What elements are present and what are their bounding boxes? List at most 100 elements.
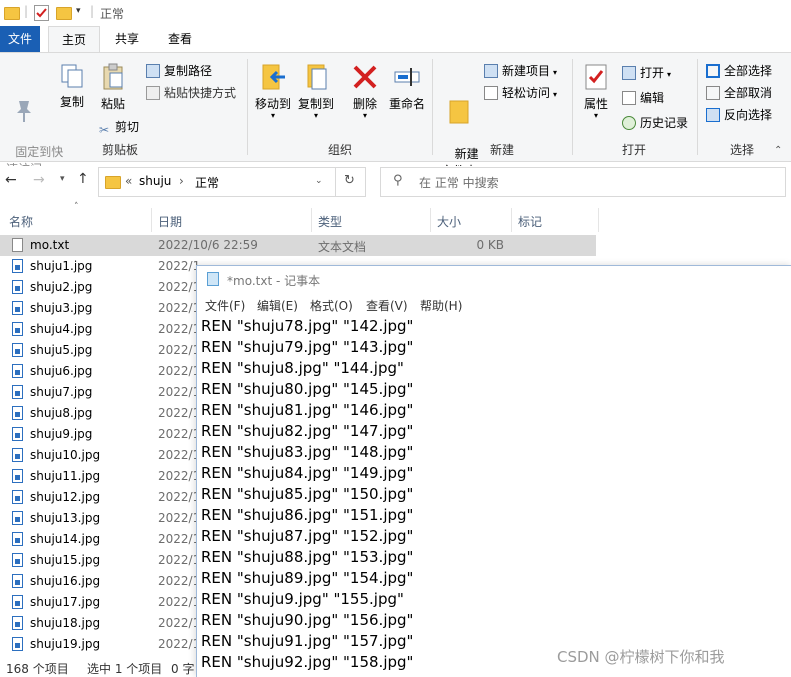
new-folder-icon[interactable] <box>56 7 72 20</box>
file-date: 2022/1 <box>158 448 201 462</box>
tab-view[interactable]: 查看 <box>158 26 202 52</box>
customize-toolbar-icon[interactable]: ▾ <box>76 6 81 16</box>
easy-access-icon <box>484 86 498 100</box>
new-item-label: 新建项目 <box>502 64 551 78</box>
menu-format[interactable]: 格式(O) <box>310 297 353 314</box>
address-bar[interactable]: « shuju › 正常 ⌄ ↻ <box>98 167 366 197</box>
file-date: 2022/1 <box>158 259 201 273</box>
menu-edit[interactable]: 编辑(E) <box>257 297 298 314</box>
notepad-menu-bar: 文件(F) 编辑(E) 格式(O) 查看(V) 帮助(H) <box>197 294 791 316</box>
new-item-dropdown-icon: ▾ <box>553 68 558 77</box>
file-name: shuju1.jpg <box>30 259 93 273</box>
column-name[interactable]: 名称 <box>9 213 33 230</box>
column-divider[interactable] <box>598 208 599 232</box>
menu-help[interactable]: 帮助(H) <box>420 297 462 314</box>
window-title: 正常 <box>100 7 125 21</box>
paste-button[interactable]: 粘贴 <box>97 63 129 112</box>
file-name: mo.txt <box>30 238 70 252</box>
delete-button[interactable]: 删除 ▾ <box>350 63 380 120</box>
file-date: 2022/1 <box>158 469 201 483</box>
paste-shortcut-button[interactable]: 粘贴快捷方式 <box>146 84 236 101</box>
file-name: shuju16.jpg <box>30 574 101 588</box>
copy-to-button[interactable]: 复制到 ▾ <box>296 63 336 120</box>
text-line: REN "shuju90.jpg" "156.jpg" <box>201 611 414 629</box>
folder-icon[interactable] <box>4 7 20 20</box>
tab-share[interactable]: 共享 <box>104 26 150 52</box>
paste-shortcut-icon <box>146 86 160 100</box>
file-row[interactable]: mo.txt 2022/10/6 22:59 文本文档 0 KB <box>0 235 596 256</box>
tab-file[interactable]: 文件 <box>0 26 40 52</box>
select-none-button[interactable]: 全部取消 <box>706 84 772 101</box>
search-box[interactable]: ⚲ 在 正常 中搜索 <box>380 167 786 197</box>
collapse-ribbon-icon[interactable]: ⌃ <box>774 145 782 156</box>
column-divider[interactable] <box>430 208 431 232</box>
column-type[interactable]: 类型 <box>318 213 342 230</box>
breadcrumb-shuju[interactable]: shuju <box>139 174 171 188</box>
sort-ascending-icon: ˄ <box>74 202 79 212</box>
search-icon: ⚲ <box>393 173 403 188</box>
column-divider[interactable] <box>511 208 512 232</box>
properties-check-icon[interactable] <box>34 5 49 21</box>
navigation-bar: ← → ▾ ↑ « shuju › 正常 ⌄ ↻ ⚲ 在 正常 中搜索 <box>0 166 791 198</box>
properties-button[interactable]: 属性 ▾ <box>580 63 612 120</box>
up-arrow-icon[interactable]: ↑ <box>77 171 89 187</box>
image-file-icon <box>12 469 23 483</box>
file-date: 2022/1 <box>158 637 201 651</box>
copy-to-icon <box>307 64 327 90</box>
organize-group-label: 组织 <box>327 143 352 157</box>
image-file-icon <box>12 259 23 273</box>
notepad-text-area[interactable]: REN "shuju78.jpg" "142.jpg" REN "shuju79… <box>201 316 789 673</box>
invert-selection-button[interactable]: 反向选择 <box>706 106 772 123</box>
history-button[interactable]: 历史记录 <box>622 114 688 131</box>
easy-access-button[interactable]: 轻松访问 ▾ <box>484 84 557 101</box>
group-divider <box>572 59 573 155</box>
image-file-icon <box>12 574 23 588</box>
copy-path-button[interactable]: 复制路径 <box>146 62 212 79</box>
item-count: 168 个项目 <box>6 662 69 676</box>
ribbon: 固定到快 速访问 复制 粘贴 复制路径 粘贴快捷方式 ✂剪切 剪贴板 移动到 ▾… <box>0 52 791 178</box>
open-group-label: 打开 <box>621 143 646 157</box>
cut-button[interactable]: ✂ 剪切 <box>97 118 139 137</box>
image-file-icon <box>12 364 23 378</box>
column-tags[interactable]: 标记 <box>518 213 542 230</box>
history-icon <box>622 116 636 130</box>
menu-file[interactable]: 文件(F) <box>205 297 245 314</box>
file-name: shuju3.jpg <box>30 301 93 315</box>
image-file-icon <box>12 301 23 315</box>
file-date: 2022/1 <box>158 511 201 525</box>
tab-home[interactable]: 主页 <box>48 26 100 53</box>
refresh-icon[interactable]: ↻ <box>344 173 355 188</box>
column-divider[interactable] <box>151 208 152 232</box>
recent-locations-icon[interactable]: ▾ <box>60 174 65 184</box>
group-divider <box>247 59 248 155</box>
overflow-crumb[interactable]: « <box>125 174 132 188</box>
notepad-window[interactable]: *mo.txt - 记事本 文件(F) 编辑(E) 格式(O) 查看(V) 帮助… <box>196 265 791 677</box>
folder-icon <box>105 176 121 189</box>
rename-button[interactable]: 重命名 <box>387 63 427 112</box>
image-file-icon <box>12 637 23 651</box>
move-to-button[interactable]: 移动到 ▾ <box>253 63 293 120</box>
select-all-icon <box>706 64 720 78</box>
menu-view[interactable]: 查看(V) <box>366 297 408 314</box>
properties-dropdown-icon: ▾ <box>593 111 598 120</box>
forward-arrow-icon[interactable]: → <box>33 172 45 188</box>
address-dropdown-icon[interactable]: ⌄ <box>315 176 323 186</box>
column-divider[interactable] <box>311 208 312 232</box>
text-line: REN "shuju84.jpg" "149.jpg" <box>201 464 414 482</box>
delete-label: 删除 <box>352 97 377 111</box>
select-all-button[interactable]: 全部选择 <box>706 62 772 79</box>
edit-button[interactable]: 编辑 <box>622 89 664 106</box>
open-dropdown-icon: ▾ <box>667 70 672 79</box>
file-name: shuju14.jpg <box>30 532 101 546</box>
column-date[interactable]: 日期 <box>158 213 182 230</box>
new-item-button[interactable]: 新建项目 ▾ <box>484 62 557 79</box>
open-button[interactable]: 打开 ▾ <box>622 64 671 81</box>
edit-label: 编辑 <box>640 91 665 105</box>
copy-button[interactable]: 复制 <box>56 63 88 110</box>
breadcrumb-current[interactable]: 正常 <box>195 174 219 191</box>
column-size[interactable]: 大小 <box>437 213 461 230</box>
back-arrow-icon[interactable]: ← <box>5 172 17 188</box>
notepad-title-bar[interactable]: *mo.txt - 记事本 <box>197 266 791 292</box>
text-line: REN "shuju83.jpg" "148.jpg" <box>201 443 414 461</box>
rename-icon <box>394 68 420 86</box>
